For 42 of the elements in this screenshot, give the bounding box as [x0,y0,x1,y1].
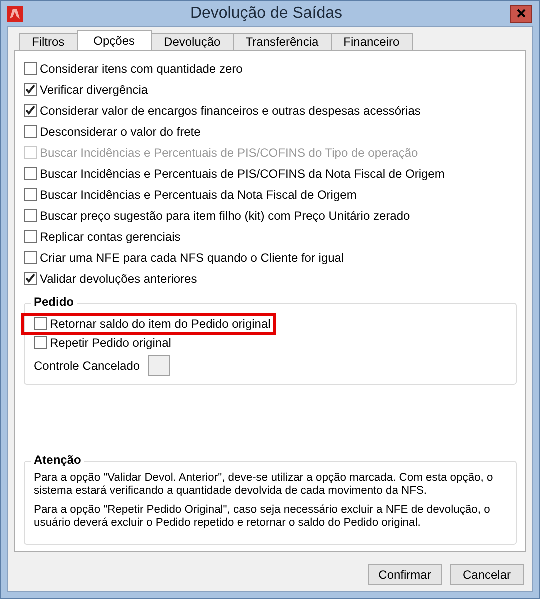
checkbox[interactable] [24,230,37,243]
confirm-button[interactable]: Confirmar [368,564,442,585]
checkbox[interactable] [24,167,37,180]
group-title: Pedido [31,295,78,309]
tab[interactable]: Financeiro [330,33,413,50]
checkbox-label: Criar uma NFE para cada NFS quando o Cliente for igual [40,250,344,264]
tab[interactable]: Transferência [232,33,332,50]
checkbox[interactable] [24,209,37,222]
checkbox-label: Verificar divergência [40,82,148,96]
group-title: Atenção [31,453,84,467]
color-button[interactable] [148,355,170,376]
app-logo-icon [7,6,23,22]
checkbox-label: Retornar saldo do item do Pedido original [50,316,271,330]
checkbox[interactable] [34,336,47,349]
close-icon [516,9,526,18]
cancel-button[interactable]: Cancelar [450,564,524,585]
checkbox-label: Repetir Pedido original [50,336,172,350]
checkbox-label: Replicar contas gerenciais [40,230,181,244]
close-button[interactable] [510,4,532,22]
window-title: Devolução de Saídas [189,4,344,22]
checkbox[interactable] [24,125,37,138]
tab[interactable]: Filtros [19,33,78,50]
checkbox[interactable] [34,317,47,330]
checkbox[interactable] [24,272,37,285]
checkbox-label: Buscar Incidências e Percentuais da Nota Fiscal de Origem [40,188,357,202]
checkbox[interactable] [24,251,37,264]
checkbox[interactable] [24,62,37,75]
checkbox-label: Buscar preço sugestão para item filho (kit) com Preço Unitário zerado [40,208,410,222]
checkbox[interactable] [24,104,37,117]
field-label: Controle Cancelado [34,358,140,372]
checkbox[interactable] [24,188,37,201]
checkbox-label: Validar devoluções anteriores [40,272,198,286]
checkbox-label: Considerar valor de encargos financeiros e outras despesas acessórias [40,104,421,118]
checkbox-label: Buscar Incidências e Percentuais de PIS/COFINS da Nota Fiscal de Origem [40,166,445,180]
checkbox-label: Buscar Incidências e Percentuais de PIS/COFINS do Tipo de operação [40,146,418,160]
checkbox[interactable] [24,83,37,96]
checkbox-label: Considerar itens com quantidade zero [40,62,243,76]
note-paragraph: Para a opção "Validar Devol. Anterior", deve-se utilizar a opção marcada. Com esta opção, o sistema estará verificando a quantidade devolvida de cada movimento da NFS. [34,472,494,498]
tab[interactable]: Opções [76,30,152,50]
checkbox-label: Desconsiderar o valor do frete [40,124,201,138]
note-paragraph: Para a opção "Repetir Pedido Original", caso seja necessário excluir a NFE de devolução, o usuário deverá excluir o Pedido repetido e retornar o saldo do Pedido original. [34,504,492,530]
tab[interactable]: Devolução [151,33,234,50]
